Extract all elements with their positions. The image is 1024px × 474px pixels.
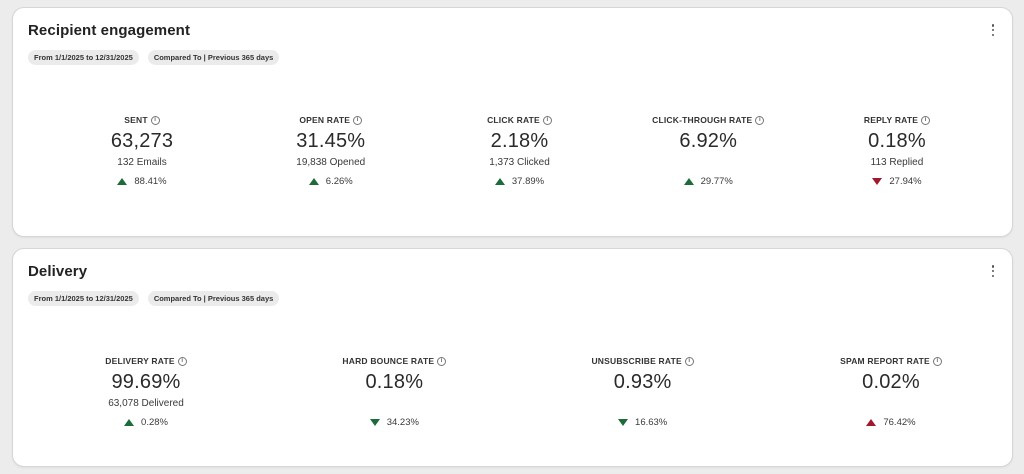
triangle-up-icon	[494, 177, 505, 185]
metric-label: SENT	[124, 115, 148, 125]
triangle-up-icon	[124, 418, 135, 426]
metric-label: HARD BOUNCE RATE	[342, 356, 435, 366]
metric-sent: SENT i 63,273 132 Emails 88.41%	[67, 114, 217, 187]
info-icon[interactable]: i	[437, 356, 447, 366]
metric-label: REPLY RATE	[863, 115, 919, 125]
info-icon[interactable]: i	[150, 115, 160, 125]
metric-sub: 132 Emails	[117, 157, 167, 168]
metric-label: SPAM REPORT RATE	[840, 356, 930, 366]
metric-change: 29.77%	[700, 175, 733, 187]
metric-value: 0.18%	[868, 130, 926, 152]
metric-change: 88.41%	[134, 175, 167, 187]
metric-label: CLICK RATE	[487, 115, 540, 125]
metric-change: 27.94%	[889, 175, 922, 187]
info-icon[interactable]: i	[921, 115, 931, 125]
recipient-engagement-card: Recipient engagement From 1/1/2025 to 12…	[12, 7, 1013, 237]
filter-chips: From 1/1/2025 to 12/31/2025 Compared To …	[28, 50, 280, 65]
compared-to-chip[interactable]: Compared To | Previous 365 days	[147, 50, 280, 65]
metric-unsubscribe-rate: UNSUBSCRIBE RATE i 0.93% 16.63%	[568, 355, 718, 428]
metric-value: 63,273	[110, 130, 174, 152]
triangle-up-icon	[117, 177, 128, 185]
metric-change: 16.63%	[635, 416, 668, 428]
metric-label: UNSUBSCRIBE RATE	[591, 356, 682, 366]
triangle-up-icon	[683, 177, 694, 185]
date-range-chip[interactable]: From 1/1/2025 to 12/31/2025	[28, 291, 139, 306]
metric-value: 6.92%	[679, 130, 738, 152]
card-title: Recipient engagement	[28, 22, 191, 39]
triangle-down-icon	[618, 418, 629, 426]
metric-value: 31.45%	[296, 130, 366, 152]
metric-label: DELIVERY RATE	[105, 356, 175, 366]
info-icon[interactable]: i	[755, 115, 765, 125]
metric-change: 0.28%	[141, 416, 168, 428]
metric-click-rate: CLICK RATE i 2.18% 1,373 Clicked 37.89%	[445, 114, 595, 187]
metric-sub: 63,078 Delivered	[108, 398, 184, 409]
triangle-up-icon	[866, 418, 877, 426]
metric-value: 0.18%	[365, 371, 424, 393]
triangle-down-icon	[872, 177, 883, 185]
info-icon[interactable]: i	[542, 115, 552, 125]
metric-change: 76.42%	[883, 416, 916, 428]
info-icon[interactable]: i	[932, 356, 942, 366]
metric-value: 2.18%	[490, 130, 549, 152]
date-range-chip[interactable]: From 1/1/2025 to 12/31/2025	[28, 50, 139, 65]
info-icon[interactable]: i	[177, 356, 187, 366]
metric-hard-bounce-rate: HARD BOUNCE RATE i 0.18% 34.23%	[319, 355, 469, 428]
metric-value: 0.93%	[613, 371, 672, 393]
metric-spam-report-rate: SPAM REPORT RATE i 0.02% 76.42%	[816, 355, 966, 428]
metric-sub: 19,838 Opened	[296, 157, 366, 168]
more-vertical-icon[interactable]	[986, 22, 1000, 38]
metric-reply-rate: REPLY RATE i 0.18% 113 Replied 27.94%	[822, 114, 972, 187]
info-icon[interactable]: i	[684, 356, 694, 366]
metric-change: 34.23%	[386, 416, 419, 428]
metric-click-through-rate: CLICK-THROUGH RATE i 6.92% 29.77%	[633, 114, 783, 187]
metric-value: 99.69%	[111, 371, 181, 393]
more-vertical-icon[interactable]	[986, 263, 1000, 279]
metrics-row: DELIVERY RATE i 99.69% 63,078 Delivered 0…	[13, 355, 1012, 428]
metric-delivery-rate: DELIVERY RATE i 99.69% 63,078 Delivered 0…	[71, 355, 221, 428]
metrics-row: SENT i 63,273 132 Emails 88.41% OPEN RATE…	[13, 114, 1012, 187]
card-title: Delivery	[28, 263, 88, 280]
metric-sub: 113 Replied	[870, 157, 924, 168]
compared-to-chip[interactable]: Compared To | Previous 365 days	[147, 291, 280, 306]
metric-change: 37.89%	[511, 175, 545, 187]
metric-change: 6.26%	[325, 175, 353, 187]
metric-sub: 1,373 Clicked	[489, 157, 550, 168]
metric-open-rate: OPEN RATE i 31.45% 19,838 Opened 6.26%	[256, 114, 406, 187]
metric-label: OPEN RATE	[299, 115, 351, 125]
triangle-up-icon	[308, 177, 319, 185]
delivery-card: Delivery From 1/1/2025 to 12/31/2025 Com…	[12, 248, 1013, 467]
metric-label: CLICK-THROUGH RATE	[652, 115, 753, 125]
info-icon[interactable]: i	[353, 115, 363, 125]
metric-value: 0.02%	[862, 371, 920, 393]
triangle-down-icon	[369, 418, 380, 426]
filter-chips: From 1/1/2025 to 12/31/2025 Compared To …	[28, 291, 280, 306]
